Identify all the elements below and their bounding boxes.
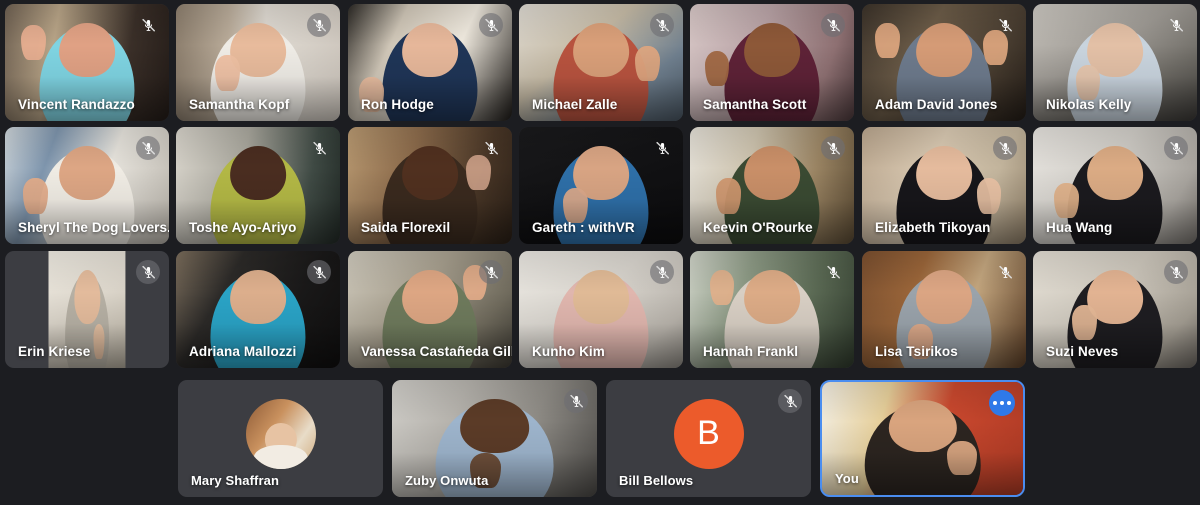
participant-name: Sheryl The Dog Lovers... [18,220,169,235]
microphone-muted-icon [307,13,331,37]
microphone-muted-icon [479,260,503,284]
participant-tile[interactable]: Erin Kriese [5,251,169,368]
microphone-muted-icon [993,136,1017,160]
microphone-muted-icon [307,260,331,284]
participant-tile[interactable]: Michael Zalle [519,4,683,121]
participant-tile[interactable]: Sheryl The Dog Lovers... [5,127,169,244]
microphone-muted-icon [650,13,674,37]
microphone-muted-icon [650,260,674,284]
participant-tile[interactable]: You [820,380,1025,497]
microphone-muted-icon [307,136,331,160]
microphone-muted-icon [821,136,845,160]
microphone-muted-icon [993,260,1017,284]
participant-tile[interactable]: Adriana Mallozzi [176,251,340,368]
microphone-muted-icon [136,260,160,284]
participant-name: You [835,471,859,486]
participant-name: Michael Zalle [532,97,618,112]
microphone-muted-icon [564,389,588,413]
participant-name: Suzi Neves [1046,344,1119,359]
participant-tile[interactable]: Elizabeth Tikoyan [862,127,1026,244]
microphone-muted-icon [1164,260,1188,284]
participant-name: Adam David Jones [875,97,998,112]
participant-tile[interactable]: Suzi Neves [1033,251,1197,368]
participant-name: Toshe Ayo-Ariyo [189,220,297,235]
microphone-muted-icon [993,13,1017,37]
avatar-initial: B [673,398,744,469]
video-conference-gallery: Vincent Randazzo Samantha Kopf Ron Hodge Mi… [0,0,1200,505]
participant-tile[interactable]: Lisa Tsirikos [862,251,1026,368]
participant-tile[interactable]: B Bill Bellows [606,380,811,497]
participant-name: Samantha Kopf [189,97,290,112]
participant-tile[interactable]: Gareth : withVR [519,127,683,244]
participant-name: Keevin O'Rourke [703,220,813,235]
participant-name: Lisa Tsirikos [875,344,958,359]
microphone-muted-icon [1164,136,1188,160]
microphone-muted-icon [821,13,845,37]
microphone-muted-icon [778,389,802,413]
participant-name: Elizabeth Tikoyan [875,220,991,235]
participant-name: Nikolas Kelly [1046,97,1132,112]
participant-tile[interactable]: Vincent Randazzo [5,4,169,121]
participant-name: Vanessa Castañeda Gill [361,344,512,359]
participant-tile[interactable]: Samantha Scott [690,4,854,121]
microphone-muted-icon [479,13,503,37]
participant-name: Zuby Onwuta [405,473,489,488]
microphone-muted-icon [1164,13,1188,37]
microphone-muted-icon [821,260,845,284]
participant-name: Saida Florexil [361,220,451,235]
participant-name: Bill Bellows [619,473,694,488]
microphone-muted-icon [136,13,160,37]
participant-tile[interactable]: Toshe Ayo-Ariyo [176,127,340,244]
participant-tile[interactable]: Hua Wang [1033,127,1197,244]
participant-tile[interactable]: Samantha Kopf [176,4,340,121]
microphone-muted-icon [479,136,503,160]
participant-name: Adriana Mallozzi [189,344,297,359]
participant-tile[interactable]: Mary Shaffran [178,380,383,497]
participant-name: Hua Wang [1046,220,1113,235]
participant-name: Ron Hodge [361,97,434,112]
microphone-muted-icon [136,136,160,160]
participant-tile[interactable]: Ron Hodge [348,4,512,121]
participant-name: Hannah Frankl [703,344,799,359]
more-options-icon[interactable] [989,390,1015,416]
participant-name: Vincent Randazzo [18,97,135,112]
participant-tile[interactable]: Vanessa Castañeda Gill [348,251,512,368]
participant-tile[interactable]: Saida Florexil [348,127,512,244]
participant-tile[interactable]: Adam David Jones [862,4,1026,121]
participant-tile[interactable]: Keevin O'Rourke [690,127,854,244]
participant-tile[interactable]: Kunho Kim [519,251,683,368]
participant-name: Gareth : withVR [532,220,635,235]
participant-name: Samantha Scott [703,97,807,112]
microphone-muted-icon [650,136,674,160]
participant-tile[interactable]: Nikolas Kelly [1033,4,1197,121]
participant-tile[interactable]: Hannah Frankl [690,251,854,368]
participant-tile[interactable]: Zuby Onwuta [392,380,597,497]
participant-name: Erin Kriese [18,344,91,359]
participant-name: Mary Shaffran [191,473,279,488]
participant-name: Kunho Kim [532,344,605,359]
avatar [245,398,316,469]
